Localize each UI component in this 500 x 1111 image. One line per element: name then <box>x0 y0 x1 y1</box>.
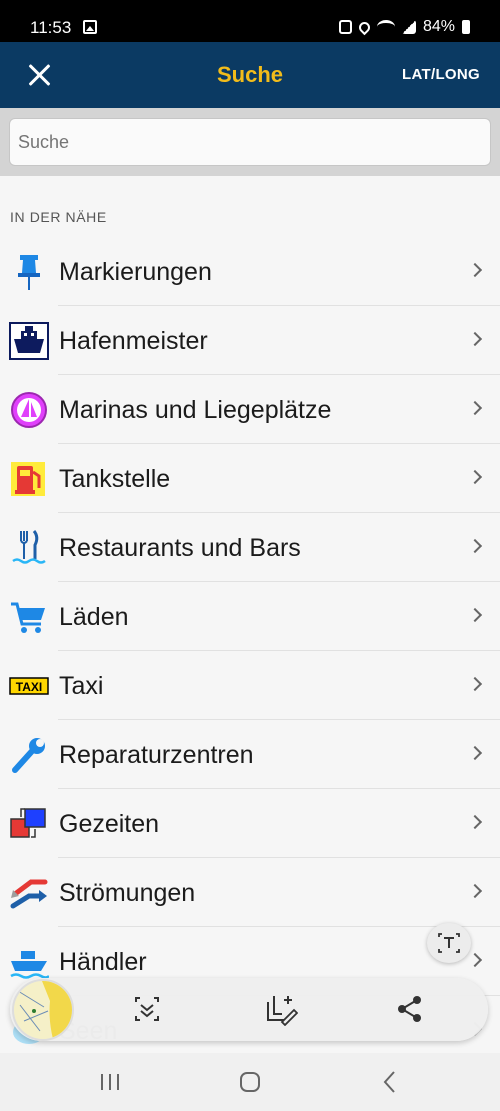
list-item-label: Strömungen <box>59 879 196 907</box>
battery-icon <box>462 20 470 34</box>
current-icon <box>10 879 48 909</box>
list-item-label: Hafenmeister <box>59 327 208 355</box>
chevron-right-icon <box>467 745 483 761</box>
list-item-label: Läden <box>59 603 129 631</box>
marina-icon <box>11 392 47 428</box>
taxi-icon: TAXI <box>9 677 49 695</box>
scroll-capture-icon[interactable] <box>130 992 164 1026</box>
back-icon[interactable] <box>375 1067 405 1097</box>
gallery-icon <box>83 20 97 34</box>
signal-icon <box>401 20 416 34</box>
pin-icon <box>18 255 40 290</box>
edit-screenshot-icon[interactable] <box>264 992 298 1026</box>
restaurant-icon <box>12 530 46 564</box>
wrench-icon <box>12 738 45 773</box>
list-item-label: Taxi <box>59 672 104 700</box>
map-thumbnail-icon <box>14 981 72 1039</box>
list-item-tankstelle[interactable]: Tankstelle <box>0 444 500 513</box>
list-item-gezeiten[interactable]: Gezeiten <box>0 789 500 858</box>
lat-long-button[interactable]: LAT/LONG <box>402 66 480 83</box>
list-item-label: Markierungen <box>59 258 212 286</box>
section-header: IN DER NÄHE <box>10 209 107 225</box>
list-item-label: Tankstelle <box>59 465 171 493</box>
fuel-icon <box>11 462 45 496</box>
share-icon[interactable] <box>393 992 427 1026</box>
nearby-list: Markierungen Hafenmeister Marinas und Li… <box>0 237 500 1065</box>
text-scan-icon <box>438 933 460 953</box>
home-icon[interactable] <box>235 1067 265 1097</box>
svg-text:TAXI: TAXI <box>16 680 42 694</box>
list-item-marinas[interactable]: Marinas und Liegeplätze <box>0 375 500 444</box>
chevron-right-icon <box>467 676 483 692</box>
chevron-right-icon <box>467 538 483 554</box>
boat-dealer-icon <box>10 951 49 979</box>
list-item-taxi[interactable]: TAXI Taxi <box>0 651 500 720</box>
screenshot-toolbar <box>10 978 488 1041</box>
list-item-label: Marinas und Liegeplätze <box>59 396 332 424</box>
search-area <box>0 108 500 176</box>
chevron-right-icon <box>467 331 483 347</box>
status-bar: 11:53 84% <box>0 0 500 42</box>
list-item-restaurants[interactable]: Restaurants und Bars <box>0 513 500 582</box>
list-item-laeden[interactable]: Läden <box>0 582 500 651</box>
list-item-markierungen[interactable]: Markierungen <box>0 237 500 306</box>
status-time: 11:53 <box>30 18 72 37</box>
status-icons: 84% <box>338 18 470 36</box>
system-nav-bar <box>0 1053 500 1111</box>
wifi-icon <box>376 20 395 34</box>
shopping-cart-icon <box>11 602 45 633</box>
extract-text-button[interactable] <box>427 923 471 963</box>
chevron-right-icon <box>467 814 483 830</box>
chevron-right-icon <box>467 469 483 485</box>
alarm-icon <box>338 20 352 34</box>
recent-apps-icon[interactable] <box>95 1067 125 1097</box>
chevron-right-icon <box>467 400 483 416</box>
app-bar: Suche LAT/LONG <box>0 42 500 108</box>
screenshot-thumbnail[interactable] <box>12 979 74 1041</box>
location-icon <box>356 19 373 35</box>
list-item-label: Gezeiten <box>59 810 160 838</box>
list-item-label: Reparaturzentren <box>59 741 254 769</box>
list-item-reparaturzentren[interactable]: Reparaturzentren <box>0 720 500 789</box>
chevron-right-icon <box>467 262 483 278</box>
list-item-label: Händler <box>59 948 147 976</box>
chevron-right-icon <box>467 607 483 623</box>
chevron-right-icon <box>467 883 483 899</box>
list-item-label: Restaurants und Bars <box>59 534 301 562</box>
list-item-stroemungen[interactable]: Strömungen <box>0 858 500 927</box>
tide-icon <box>10 808 46 838</box>
harbor-master-icon <box>9 322 49 360</box>
list-item-hafenmeister[interactable]: Hafenmeister <box>0 306 500 375</box>
search-input[interactable] <box>9 118 491 166</box>
battery-percent: 84% <box>422 18 455 35</box>
